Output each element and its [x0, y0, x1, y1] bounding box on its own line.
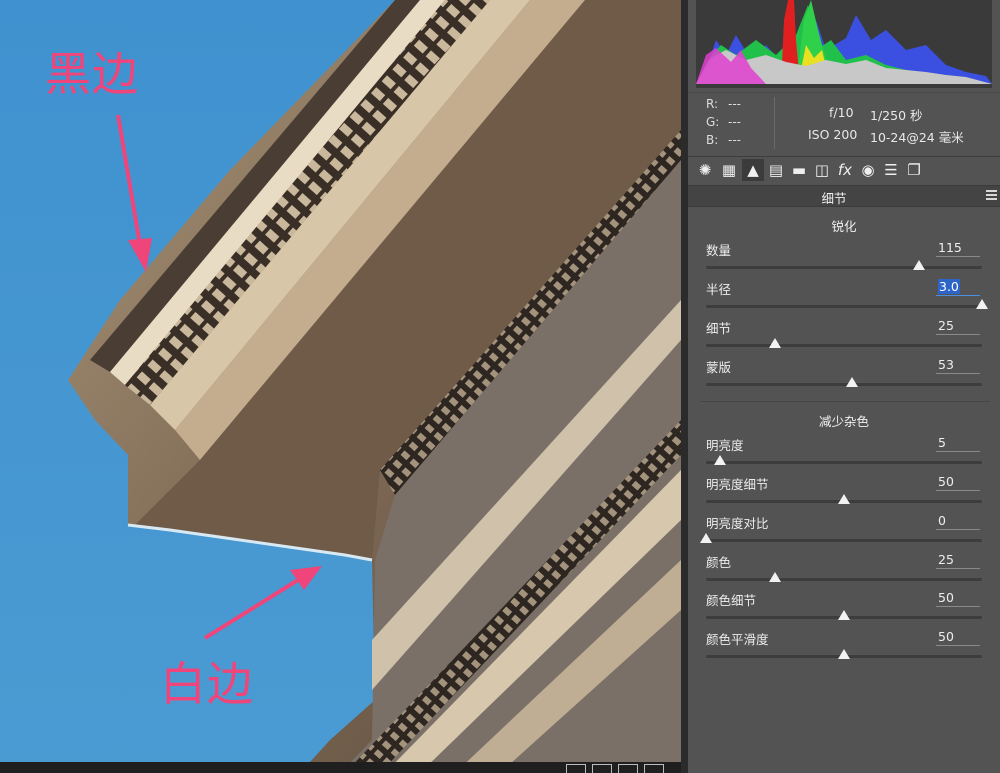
annotation-arrows [116, 114, 322, 640]
presets-icon: ❐ [907, 161, 921, 179]
tab-hsl[interactable]: ▤ [765, 159, 787, 181]
slider-label: 细节 [706, 321, 732, 336]
slider-luminance-detail[interactable]: 明亮度细节 50 [706, 474, 986, 510]
slider-label: 数量 [706, 243, 732, 258]
slider-label: 颜色 [706, 555, 732, 570]
tab-tone-curve[interactable]: ▦ [718, 159, 740, 181]
image-preview[interactable]: 黑边 白边 [0, 0, 681, 773]
slider-label: 明亮度细节 [706, 477, 769, 492]
readout-divider [774, 97, 775, 149]
slider-thumb[interactable] [769, 338, 781, 348]
hsl-icon: ▬ [791, 161, 807, 179]
camera-raw-window: 黑边 白边 R: --- G: --- B: --- f/10 1/250 秒 … [0, 0, 1000, 773]
slider-label: 蒙版 [706, 360, 732, 375]
slider-detail[interactable]: 细节 25 [706, 318, 986, 354]
panel-divider[interactable] [681, 0, 688, 773]
slider-value-field[interactable]: 25 [936, 318, 980, 335]
slider-track[interactable] [706, 461, 982, 464]
slider-track[interactable] [706, 539, 982, 542]
fx-icon: fx [837, 161, 853, 179]
sharpening-title: 锐化 [831, 219, 857, 234]
histogram-graph [696, 0, 992, 88]
slider-luminance[interactable]: 明亮度 5 [706, 435, 986, 471]
lens-icon: ◫ [814, 161, 830, 179]
slider-thumb[interactable] [846, 377, 858, 387]
sliders-icon: ☰ [884, 161, 898, 179]
arrow-head-black [128, 238, 152, 272]
slider-label: 颜色平滑度 [706, 632, 769, 647]
slider-value-field[interactable]: 53 [936, 357, 980, 374]
noise-reduction-title: 减少杂色 [818, 414, 869, 429]
slider-track[interactable] [706, 266, 982, 269]
camera-readout: R: --- G: --- B: --- f/10 1/250 秒 ISO 200 1… [688, 92, 1000, 155]
tab-snapshots[interactable]: ❐ [903, 159, 925, 181]
split-toning-icon: ▤ [768, 161, 784, 179]
slider-thumb[interactable] [838, 610, 850, 620]
red-readout: R: --- [706, 97, 741, 111]
slider-value-field[interactable]: 3.0 [936, 279, 980, 296]
arrow-to-black-edge [116, 114, 142, 246]
slider-thumb[interactable] [976, 299, 988, 309]
tab-split-toning[interactable]: ▬ [788, 159, 810, 181]
slider-color[interactable]: 颜色 25 [706, 552, 986, 588]
section-header: 细节 [688, 185, 1000, 207]
aperture-icon: ✺ [698, 161, 712, 179]
slider-amount[interactable]: 数量 115 [706, 240, 986, 276]
view-mode-button[interactable] [566, 764, 586, 773]
histogram [696, 0, 992, 88]
slider-value-field[interactable]: 5 [936, 435, 980, 452]
blue-readout: B: --- [706, 133, 741, 147]
slider-thumb[interactable] [700, 533, 712, 543]
adjustments-panel: R: --- G: --- B: --- f/10 1/250 秒 ISO 200 1… [688, 0, 1000, 773]
slider-value-field[interactable]: 115 [936, 240, 980, 257]
slider-track[interactable] [706, 578, 982, 581]
slider-luminance-contrast[interactable]: 明亮度对比 0 [700, 513, 986, 549]
slider-thumb[interactable] [769, 572, 781, 582]
tab-presets[interactable]: ☰ [880, 159, 902, 181]
lens-value: 10-24@24 毫米 [870, 130, 964, 145]
swap-button[interactable] [592, 764, 612, 773]
slider-thumb[interactable] [913, 260, 925, 270]
slider-track[interactable] [706, 383, 982, 386]
panel-menu-icon[interactable] [986, 190, 997, 200]
arrow-head-white [290, 566, 322, 590]
green-readout: G: --- [706, 115, 741, 129]
section-title: 细节 [821, 191, 847, 206]
slider-label: 明亮度对比 [706, 516, 769, 531]
aperture-value: f/10 [829, 105, 854, 120]
slider-thumb[interactable] [838, 494, 850, 504]
slider-value-field[interactable]: 25 [936, 552, 980, 569]
slider-value-field[interactable]: 0 [936, 513, 980, 530]
slider-value-field[interactable]: 50 [936, 590, 980, 607]
iso-value: ISO 200 [808, 127, 858, 142]
slider-value-field[interactable]: 50 [936, 474, 980, 491]
slider-thumb[interactable] [714, 455, 726, 465]
arrow-to-white-edge [203, 578, 300, 640]
slider-track[interactable] [706, 344, 982, 347]
mountain-icon: ▲ [747, 161, 759, 179]
slider-radius[interactable]: 半径 3.0 [706, 279, 988, 315]
slider-color-detail[interactable]: 颜色细节 50 [706, 590, 986, 626]
tab-basic[interactable]: ✺ [694, 159, 716, 181]
tab-lens[interactable]: ◫ [811, 159, 833, 181]
grid-icon: ▦ [721, 161, 737, 179]
group-divider [700, 401, 990, 402]
tab-detail[interactable]: ▲ [742, 159, 764, 181]
view-toolbar [566, 764, 664, 773]
camera-icon: ◉ [861, 161, 875, 179]
slider-label: 半径 [706, 282, 732, 297]
shutter-value: 1/250 秒 [870, 108, 923, 123]
slider-color-smoothness[interactable]: 颜色平滑度 50 [706, 629, 986, 665]
compare-button[interactable] [618, 764, 638, 773]
settings-button[interactable] [644, 764, 664, 773]
slider-thumb[interactable] [838, 649, 850, 659]
tab-camera-calibration[interactable]: ◉ [857, 159, 879, 181]
tab-effects[interactable]: fx [834, 159, 856, 181]
slider-value-field[interactable]: 50 [936, 629, 980, 646]
slider-label: 颜色细节 [706, 593, 757, 608]
slider-masking[interactable]: 蒙版 53 [706, 357, 986, 393]
slider-track[interactable] [706, 305, 982, 308]
slider-label: 明亮度 [706, 438, 744, 453]
panel-tabs: ✺ ▦ ▲ ▤ ▬ ◫ fx ◉ ☰ ❐ [688, 156, 1000, 185]
